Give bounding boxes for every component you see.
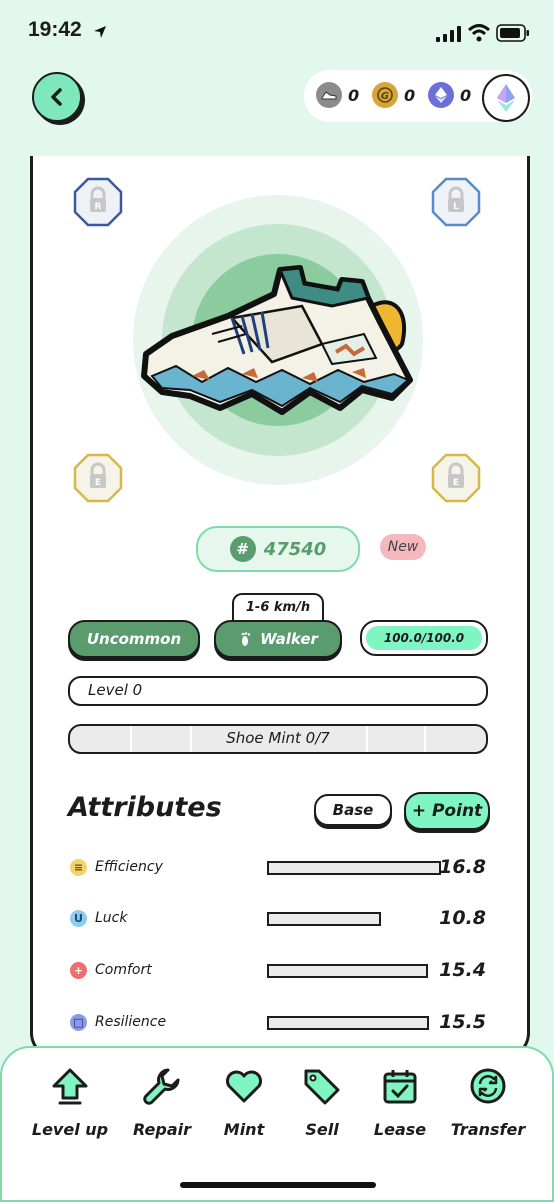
sneaker-type-badge[interactable]: Walker bbox=[214, 620, 342, 658]
balance-shoe-token[interactable]: 0 bbox=[316, 82, 359, 108]
attribute-value: 15.5 bbox=[439, 1011, 486, 1033]
status-bar: 19:42 bbox=[0, 0, 554, 66]
action-bar: Level up Repair Mint Sell Lease Transfer bbox=[0, 1046, 554, 1202]
calendar-check-icon bbox=[383, 1070, 417, 1104]
level-label: Level 0 bbox=[88, 681, 143, 699]
rarity-label: Uncommon bbox=[86, 630, 182, 648]
gem-socket-e-right-letter: E bbox=[453, 478, 459, 488]
attribute-bar bbox=[267, 861, 441, 875]
attribute-name: Resilience bbox=[95, 1014, 167, 1030]
efficiency-icon: ≡ bbox=[70, 859, 87, 876]
attribute-row-efficiency: ≡ Efficiency 16.8 bbox=[70, 856, 490, 880]
gem-socket-r-lock-icon[interactable]: R bbox=[72, 176, 124, 228]
attribute-row-luck: U Luck 10.8 bbox=[70, 907, 490, 931]
rarity-badge: Uncommon bbox=[68, 620, 200, 658]
ethereum-network-icon bbox=[497, 84, 515, 112]
location-arrow-icon bbox=[94, 26, 106, 38]
lease-label: Lease bbox=[373, 1120, 427, 1139]
attribute-name: Luck bbox=[95, 910, 128, 926]
durability-bar: 100.0/100.0 bbox=[360, 620, 488, 656]
new-badge: New bbox=[380, 534, 426, 560]
attribute-bar bbox=[267, 912, 381, 926]
transfer-label: Transfer bbox=[450, 1120, 526, 1139]
sneaker-type-label: Walker bbox=[260, 630, 318, 648]
sell-label: Sell bbox=[305, 1120, 339, 1139]
gem-socket-e-left-letter: E bbox=[95, 478, 101, 488]
wrench-icon bbox=[143, 1068, 180, 1105]
svg-text:G: G bbox=[381, 91, 389, 102]
price-tag-icon bbox=[304, 1069, 340, 1105]
attribute-name: Comfort bbox=[95, 962, 152, 978]
attribute-value: 15.4 bbox=[439, 959, 486, 981]
sneaker-image bbox=[133, 195, 423, 485]
gem-socket-l-lock-icon[interactable]: L bbox=[430, 176, 482, 228]
sneaker-id-pill: # 47540 bbox=[196, 526, 360, 572]
comfort-icon: + bbox=[70, 962, 87, 979]
hash-icon: # bbox=[229, 536, 256, 562]
shoe-mint-bar: Shoe Mint 0/7 bbox=[68, 724, 488, 754]
level-bar: Level 0 bbox=[68, 676, 488, 706]
status-time: 19:42 bbox=[28, 18, 82, 41]
shoe-token-icon bbox=[316, 82, 342, 108]
luck-icon: U bbox=[70, 910, 87, 927]
sell-button[interactable]: Sell bbox=[280, 1066, 364, 1139]
balance-gst[interactable]: G 0 bbox=[372, 82, 415, 108]
add-point-button[interactable]: + Point bbox=[404, 792, 490, 830]
balance-shoe-token-value: 0 bbox=[348, 85, 360, 105]
base-button[interactable]: Base bbox=[314, 794, 392, 826]
resilience-icon: □ bbox=[70, 1014, 87, 1031]
repair-button[interactable]: Repair bbox=[120, 1066, 204, 1139]
mint-label: Mint bbox=[223, 1120, 265, 1139]
gem-socket-r-letter: R bbox=[95, 202, 102, 212]
balances-panel: 0 G 0 0 bbox=[304, 70, 532, 122]
attribute-bar bbox=[267, 964, 428, 978]
attribute-name: Efficiency bbox=[95, 859, 163, 875]
eth-icon bbox=[428, 82, 454, 108]
sneaker-id: 47540 bbox=[263, 538, 327, 560]
attributes-title: Attributes bbox=[68, 792, 222, 823]
home-indicator bbox=[180, 1182, 376, 1188]
heart-icon bbox=[226, 1070, 262, 1103]
network-selector-button[interactable] bbox=[482, 74, 530, 122]
balance-eth-value: 0 bbox=[460, 85, 472, 105]
level-up-button[interactable]: Level up bbox=[28, 1066, 112, 1139]
signal-icon bbox=[436, 26, 461, 42]
level-up-label: Level up bbox=[31, 1120, 109, 1139]
gem-socket-l-letter: L bbox=[453, 202, 459, 212]
lease-button[interactable]: Lease bbox=[358, 1066, 442, 1139]
battery-icon bbox=[496, 24, 529, 42]
attribute-bar bbox=[267, 1016, 429, 1030]
attribute-row-comfort: + Comfort 15.4 bbox=[70, 959, 490, 983]
speed-range-tab: 1-6 km/h bbox=[232, 593, 324, 621]
repair-label: Repair bbox=[133, 1120, 191, 1139]
transfer-button[interactable]: Transfer bbox=[446, 1066, 530, 1139]
level-up-arrow-icon bbox=[52, 1068, 88, 1105]
attribute-value: 10.8 bbox=[439, 907, 486, 929]
balance-eth[interactable]: 0 bbox=[428, 82, 471, 108]
wifi-icon bbox=[468, 24, 490, 42]
gst-coin-icon: G bbox=[372, 82, 398, 108]
durability-fill: 100.0/100.0 bbox=[366, 626, 482, 650]
balance-gst-value: 0 bbox=[404, 85, 416, 105]
footprint-icon bbox=[241, 632, 251, 646]
chevron-left-icon bbox=[51, 88, 62, 106]
transfer-arrows-icon bbox=[470, 1068, 506, 1104]
gem-socket-e-right-lock-icon[interactable]: E bbox=[430, 452, 482, 504]
shoe-mint-label: Shoe Mint 0/7 bbox=[226, 729, 330, 747]
gem-socket-e-left-lock-icon[interactable]: E bbox=[72, 452, 124, 504]
attribute-value: 16.8 bbox=[439, 856, 486, 878]
back-button[interactable] bbox=[32, 72, 82, 122]
attribute-row-resilience: □ Resilience 15.5 bbox=[70, 1011, 490, 1035]
mint-button[interactable]: Mint bbox=[202, 1066, 286, 1139]
